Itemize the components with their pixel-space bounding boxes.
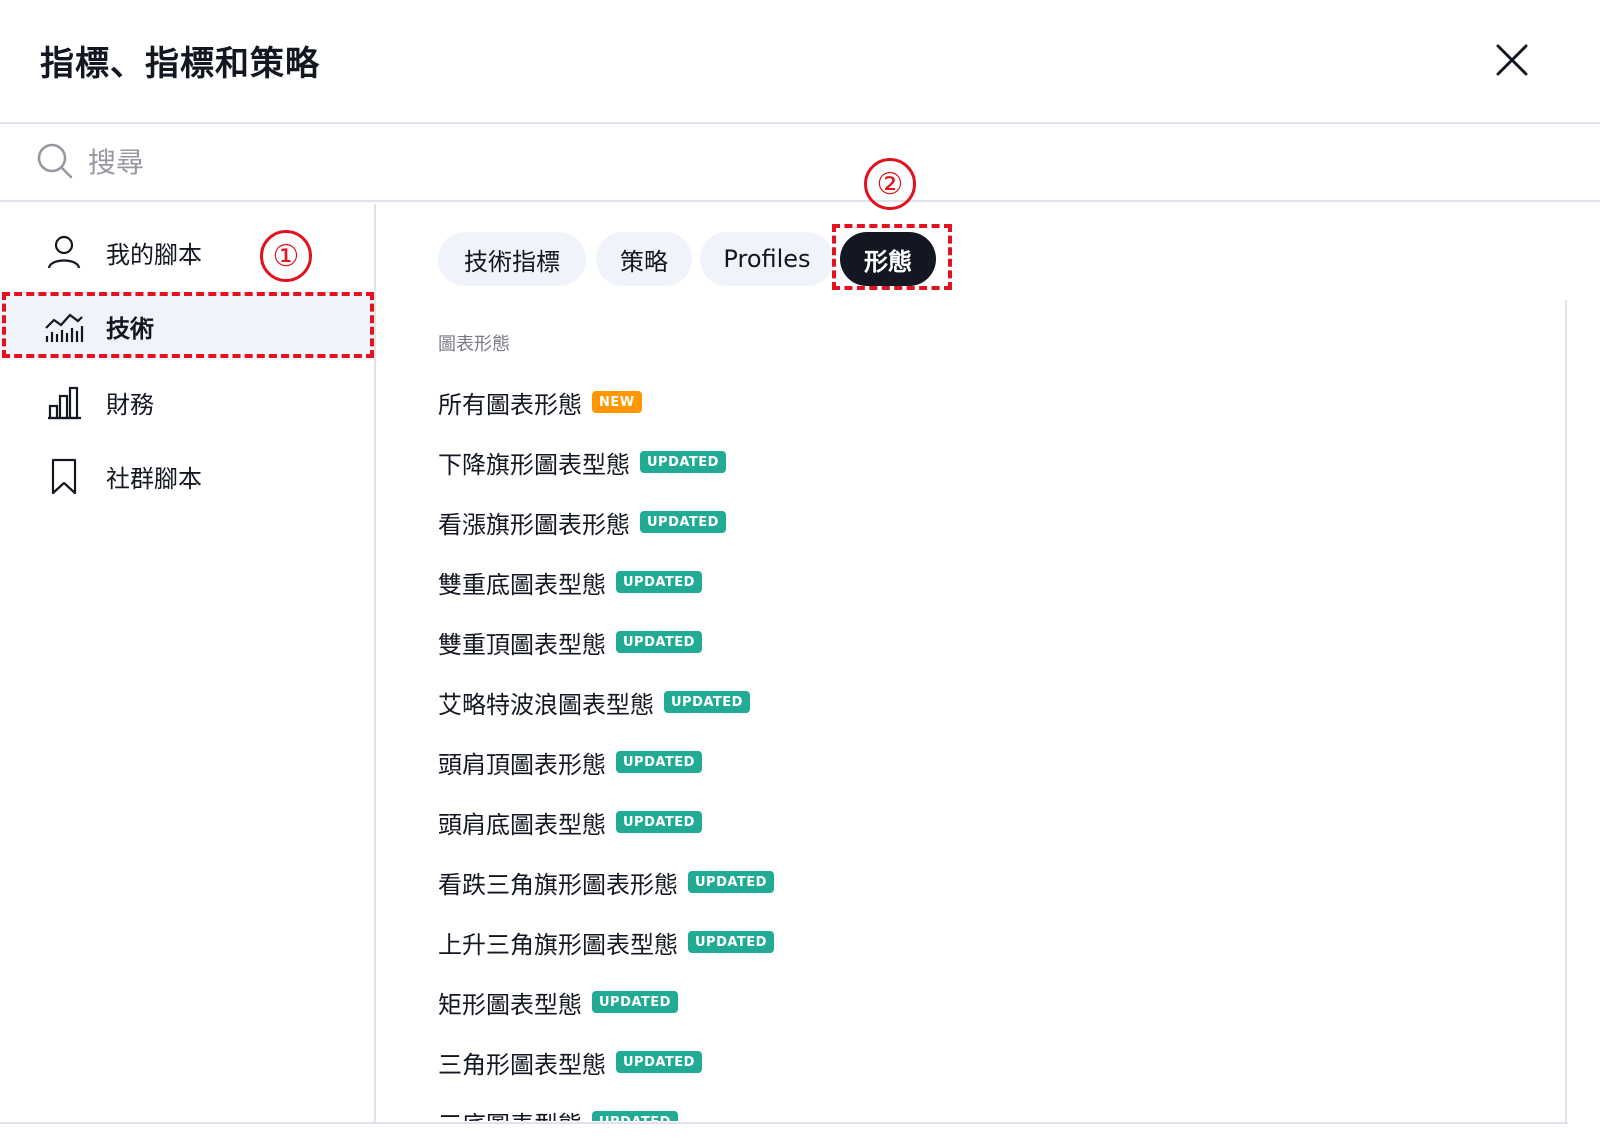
list-item[interactable]: 看漲旗形圖表形態 UPDATED bbox=[438, 500, 726, 544]
pattern-label: 三底圖表型態 bbox=[438, 1105, 582, 1122]
status-badge: NEW bbox=[592, 391, 642, 413]
pattern-label: 艾略特波浪圖表型態 bbox=[438, 690, 654, 719]
pattern-label: 看漲旗形圖表形態 bbox=[438, 510, 630, 539]
status-badge: UPDATED bbox=[688, 871, 774, 893]
status-badge: UPDATED bbox=[592, 991, 678, 1013]
annotation-marker-2: ② bbox=[864, 158, 916, 210]
list-item[interactable]: 頭肩底圖表型態 UPDATED bbox=[438, 800, 702, 844]
pattern-list: 所有圖表形態 NEW 下降旗形圖表型態 UPDATED 看漲旗形圖表形態 UPDATED 雙… bbox=[0, 0, 1564, 1121]
pattern-label: 頭肩底圖表型態 bbox=[438, 810, 606, 839]
status-badge: UPDATED bbox=[616, 571, 702, 593]
pattern-label: 看跌三角旗形圖表形態 bbox=[438, 870, 678, 899]
list-item[interactable]: 雙重底圖表型態 UPDATED bbox=[438, 560, 702, 604]
scroll-divider bbox=[1565, 300, 1567, 1122]
list-item[interactable]: 所有圖表形態 NEW bbox=[438, 380, 642, 424]
status-badge: UPDATED bbox=[616, 811, 702, 833]
status-badge: UPDATED bbox=[640, 511, 726, 533]
status-badge: UPDATED bbox=[592, 1111, 678, 1121]
list-item[interactable]: 下降旗形圖表型態 UPDATED bbox=[438, 440, 726, 484]
status-badge: UPDATED bbox=[664, 691, 750, 713]
status-badge: UPDATED bbox=[640, 451, 726, 473]
status-badge: UPDATED bbox=[616, 1051, 702, 1073]
pattern-label: 三角形圖表型態 bbox=[438, 1050, 606, 1079]
list-item[interactable]: 矩形圖表型態 UPDATED bbox=[438, 980, 678, 1024]
pattern-label: 上升三角旗形圖表型態 bbox=[438, 930, 678, 959]
dialog-bottom-border bbox=[0, 1122, 1568, 1124]
status-badge: UPDATED bbox=[616, 631, 702, 653]
pattern-label: 所有圖表形態 bbox=[438, 390, 582, 419]
indicators-dialog: 指標、指標和策略 我的腳本 技術 bbox=[0, 0, 1600, 1146]
list-item[interactable]: 雙重頂圖表型態 UPDATED bbox=[438, 620, 702, 664]
pattern-label: 矩形圖表型態 bbox=[438, 990, 582, 1019]
list-item[interactable]: 頭肩頂圖表形態 UPDATED bbox=[438, 740, 702, 784]
status-badge: UPDATED bbox=[616, 751, 702, 773]
pattern-label: 雙重底圖表型態 bbox=[438, 570, 606, 599]
pattern-label: 頭肩頂圖表形態 bbox=[438, 750, 606, 779]
status-badge: UPDATED bbox=[688, 931, 774, 953]
list-item[interactable]: 艾略特波浪圖表型態 UPDATED bbox=[438, 680, 750, 724]
list-item[interactable]: 看跌三角旗形圖表形態 UPDATED bbox=[438, 860, 774, 904]
pattern-label: 下降旗形圖表型態 bbox=[438, 450, 630, 479]
list-item[interactable]: 三底圖表型態 UPDATED bbox=[438, 1100, 678, 1121]
list-item[interactable]: 三角形圖表型態 UPDATED bbox=[438, 1040, 702, 1084]
pattern-label: 雙重頂圖表型態 bbox=[438, 630, 606, 659]
list-item[interactable]: 上升三角旗形圖表型態 UPDATED bbox=[438, 920, 774, 964]
annotation-marker-1: ① bbox=[260, 230, 312, 282]
